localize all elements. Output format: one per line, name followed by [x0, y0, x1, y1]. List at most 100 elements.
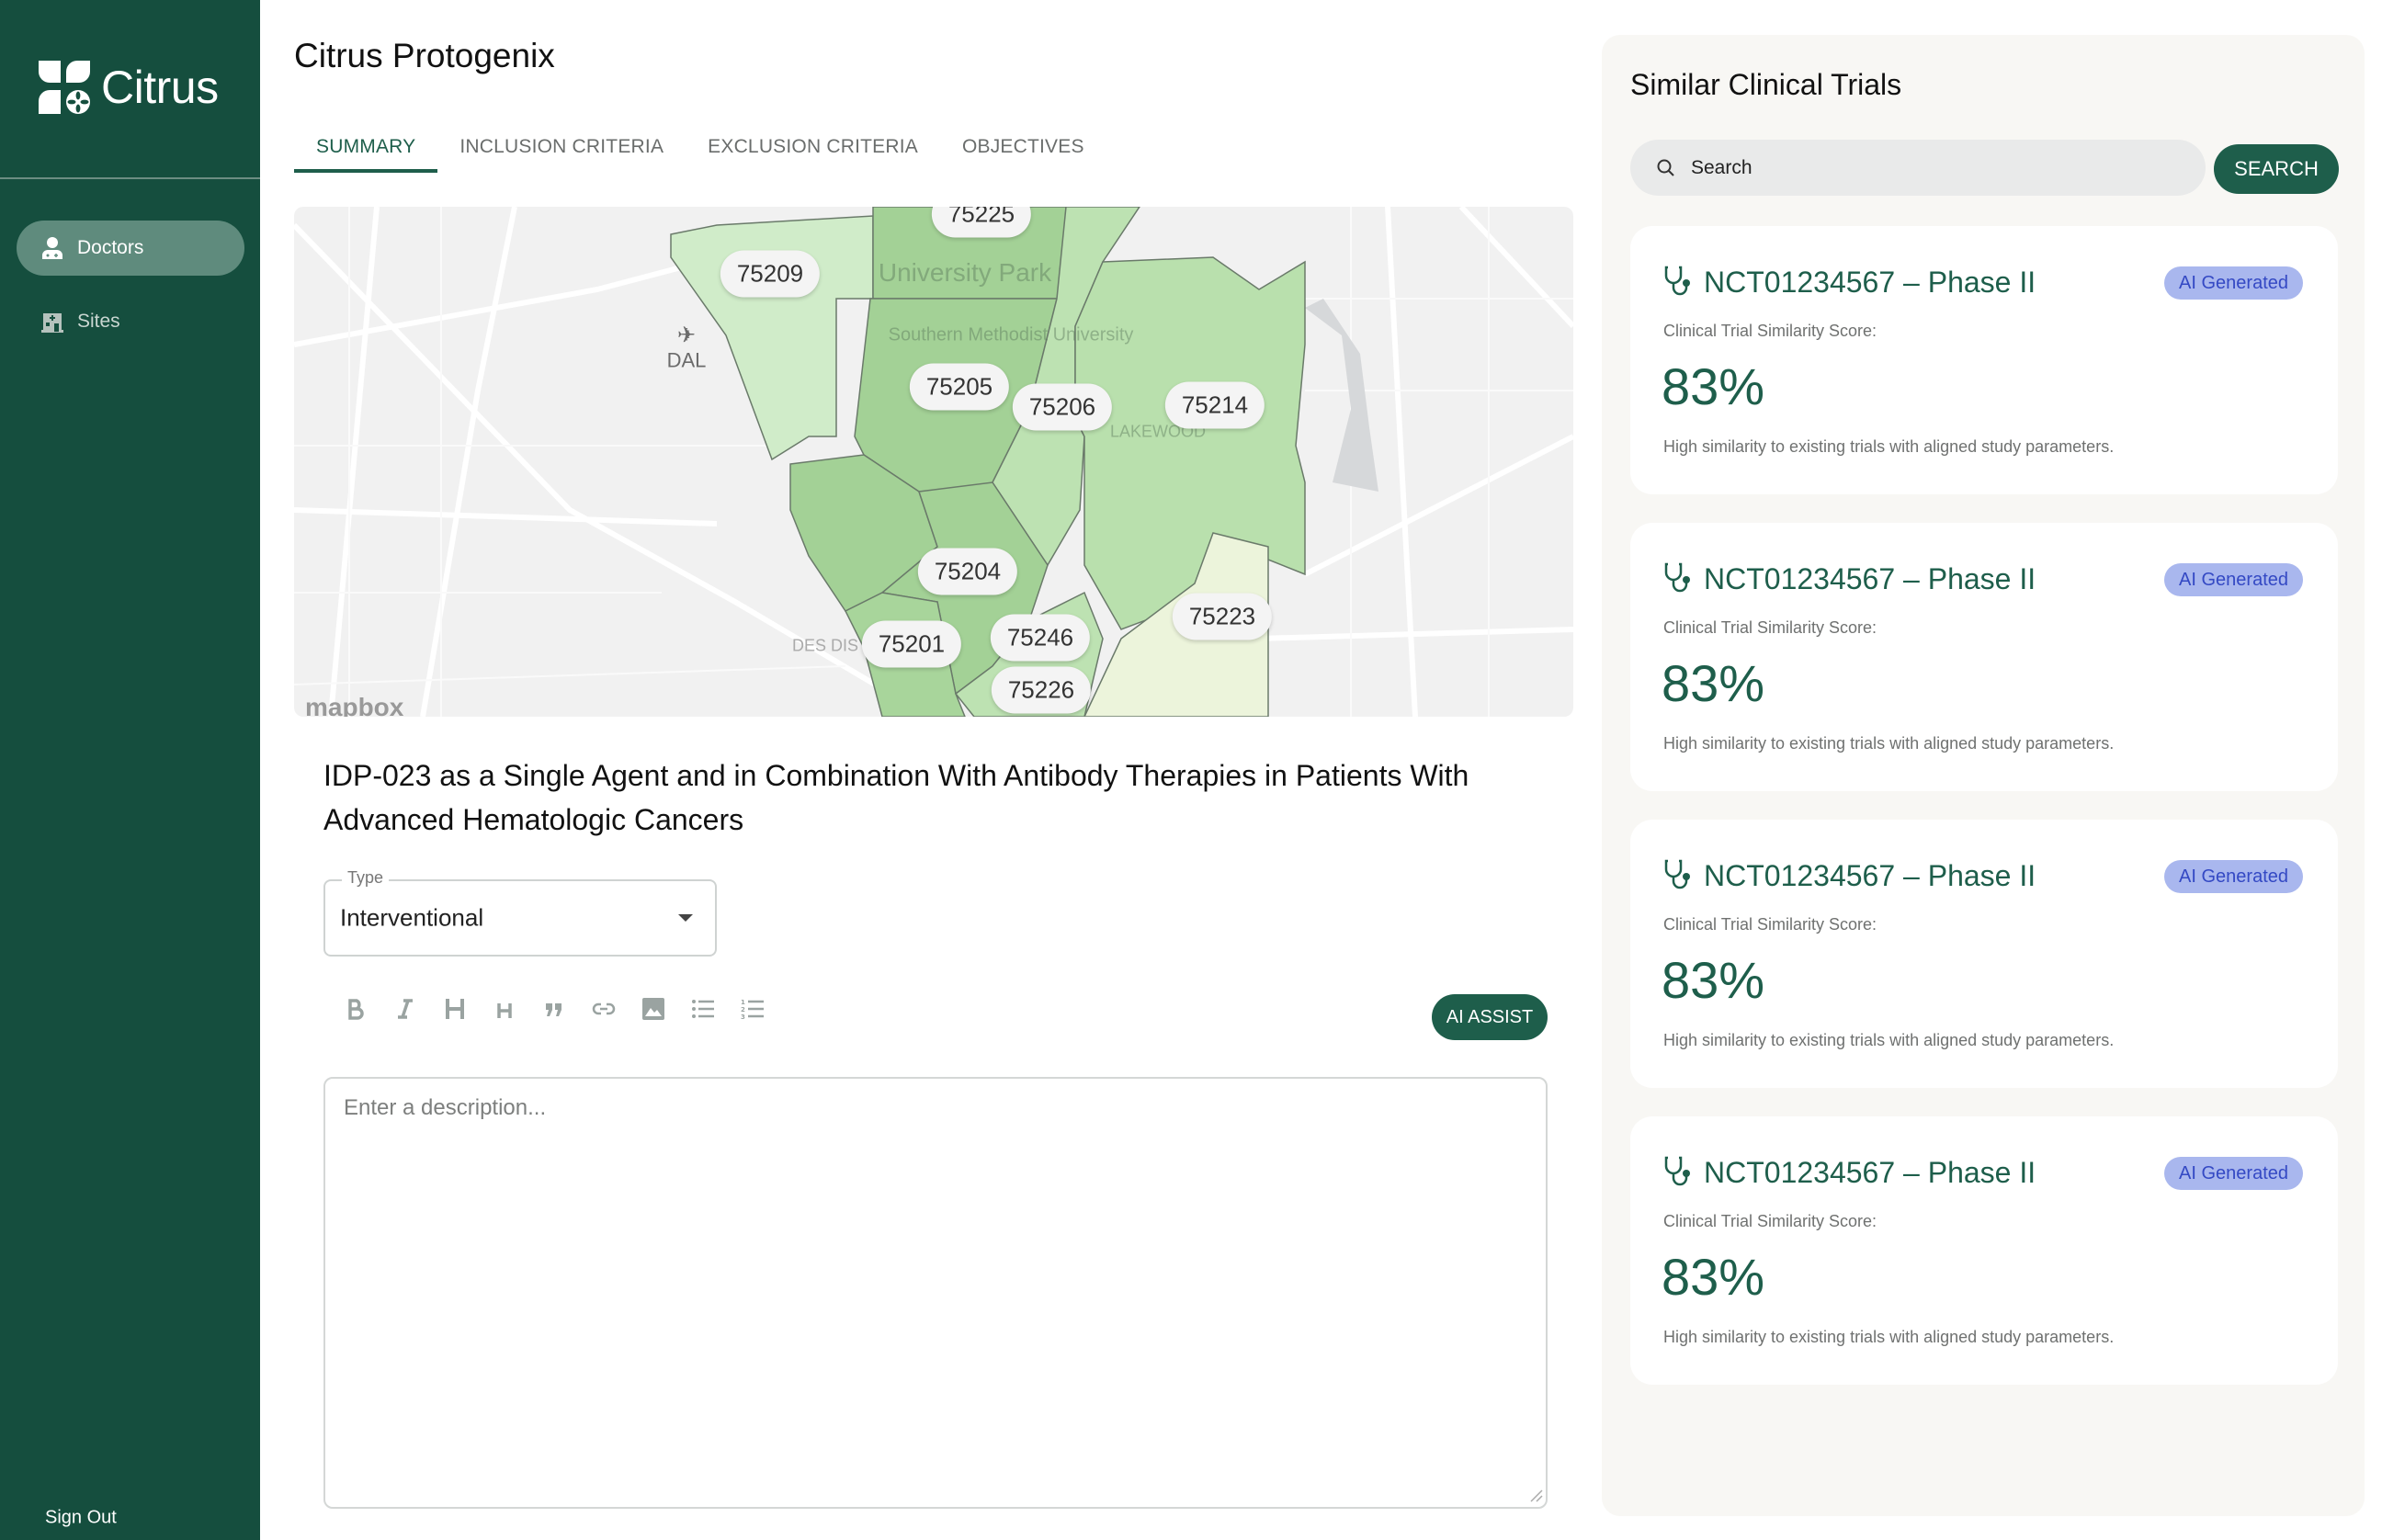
trial-card[interactable]: NCT01234567 – Phase II AI Generated Clin… [1630, 820, 2338, 1088]
hospital-icon [41, 313, 63, 333]
similar-trials-panel: Similar Clinical Trials SEARCH NCT012345… [1602, 35, 2365, 1516]
logo[interactable]: Citrus [37, 59, 219, 116]
description-textarea[interactable] [323, 1077, 1548, 1509]
sidebar-item-doctors[interactable]: Doctors [17, 221, 244, 276]
type-select-label: Type [342, 868, 390, 888]
quote-icon [546, 1003, 561, 1016]
score-label: Clinical Trial Similarity Score: [1663, 1212, 1877, 1230]
stethoscope-icon [1664, 562, 1690, 593]
trial-id[interactable]: NCT01234567 – Phase II [1704, 859, 2036, 893]
similarity-score: 83% [1662, 1248, 1765, 1306]
zip-label-75201[interactable]: 75201 [861, 620, 962, 668]
caret-down-icon [678, 914, 693, 922]
score-label: Clinical Trial Similarity Score: [1663, 322, 1877, 340]
stethoscope-icon [1664, 859, 1690, 889]
trial-id[interactable]: NCT01234567 – Phase II [1704, 1156, 2036, 1190]
zip-label-75225[interactable]: 75225 [931, 207, 1032, 238]
mapbox-attribution[interactable]: mapbox [305, 693, 403, 717]
image-button[interactable] [629, 992, 678, 1025]
bullet-list-button[interactable] [678, 992, 728, 1025]
heading-large-button[interactable] [430, 992, 480, 1025]
page-title: Citrus Protogenix [294, 37, 555, 74]
score-label: Clinical Trial Similarity Score: [1663, 618, 1877, 637]
trial-card-header: NCT01234567 – Phase II [1663, 858, 2036, 893]
zip-label-75226[interactable]: 75226 [991, 666, 1092, 714]
stethoscope-icon [1664, 266, 1690, 296]
zip-label-75246[interactable]: 75246 [990, 614, 1091, 662]
citrus-logo-icon [39, 61, 90, 114]
zip-label-75214[interactable]: 75214 [1164, 381, 1265, 429]
trial-id[interactable]: NCT01234567 – Phase II [1704, 562, 2036, 596]
trial-id[interactable]: NCT01234567 – Phase II [1704, 266, 2036, 300]
score-description: High similarity to existing trials with … [1663, 1031, 2115, 1049]
zip-label-75206[interactable]: 75206 [1012, 383, 1113, 431]
map-lake [1305, 299, 1378, 492]
zip-label-75223[interactable]: 75223 [1172, 593, 1273, 640]
trial-card-header: NCT01234567 – Phase II [1663, 561, 2036, 596]
bullet-list-icon [692, 1000, 714, 1018]
trial-title: IDP-023 as a Single Agent and in Combina… [323, 759, 1469, 836]
trial-card[interactable]: NCT01234567 – Phase II AI Generated Clin… [1630, 226, 2338, 494]
ai-generated-badge: AI Generated [2164, 563, 2303, 596]
stethoscope-icon [1664, 1156, 1690, 1186]
tab-objectives[interactable]: OBJECTIVES [940, 121, 1106, 173]
zip-code-map[interactable]: University Park Southern Methodist Unive… [294, 207, 1573, 717]
bold-button[interactable] [331, 992, 380, 1025]
link-icon [592, 1002, 616, 1015]
tab-exclusion-criteria[interactable]: EXCLUSION CRITERIA [686, 121, 940, 173]
score-description: High similarity to existing trials with … [1663, 734, 2115, 753]
zip-label-75209[interactable]: 75209 [720, 250, 821, 298]
ai-assist-button[interactable]: AI ASSIST [1432, 994, 1548, 1040]
link-button[interactable] [579, 992, 629, 1025]
zip-area-75214[interactable] [1074, 256, 1306, 630]
quote-button[interactable] [529, 992, 579, 1025]
heading-small-icon [497, 1003, 512, 1018]
zip-label-75204[interactable]: 75204 [917, 548, 1018, 595]
numbered-list-button[interactable]: 123 [728, 992, 777, 1025]
heading-small-button[interactable] [480, 992, 529, 1025]
sidebar-item-label: Sites [77, 311, 120, 332]
tab-summary[interactable]: SUMMARY [294, 121, 438, 173]
search-icon [1657, 159, 1674, 176]
search-button[interactable]: SEARCH [2214, 144, 2339, 194]
svg-text:2: 2 [741, 1006, 745, 1013]
trial-card[interactable]: NCT01234567 – Phase II AI Generated Clin… [1630, 523, 2338, 791]
sidebar: Citrus Doctors Sites Sign Out [0, 0, 260, 1540]
search-box[interactable] [1630, 140, 2206, 196]
numbered-list-icon: 123 [741, 999, 764, 1021]
image-icon [642, 998, 664, 1020]
score-description: High similarity to existing trials with … [1663, 437, 2115, 456]
sidebar-item-label: Doctors [77, 237, 144, 258]
similarity-score: 83% [1662, 357, 1765, 415]
sidebar-divider [0, 177, 260, 179]
ai-generated-badge: AI Generated [2164, 1157, 2303, 1190]
score-label: Clinical Trial Similarity Score: [1663, 915, 1877, 934]
svg-text:1: 1 [741, 999, 745, 1006]
doctor-icon [42, 237, 62, 259]
panel-title: Similar Clinical Trials [1630, 68, 1902, 101]
trial-card[interactable]: NCT01234567 – Phase II AI Generated Clin… [1630, 1116, 2338, 1385]
ai-generated-badge: AI Generated [2164, 860, 2303, 893]
tab-bar: SUMMARY INCLUSION CRITERIA EXCLUSION CRI… [294, 121, 1106, 173]
score-description: High similarity to existing trials with … [1663, 1328, 2115, 1346]
italic-icon [398, 999, 413, 1019]
type-select-value: Interventional [340, 903, 484, 932]
trial-card-header: NCT01234567 – Phase II [1663, 265, 2036, 300]
resize-handle-icon[interactable] [1526, 1485, 1544, 1503]
search-input[interactable] [1691, 156, 2169, 179]
tab-inclusion-criteria[interactable]: INCLUSION CRITERIA [437, 121, 686, 173]
brand-name: Citrus [101, 62, 219, 113]
similarity-score: 83% [1662, 951, 1765, 1009]
editor-toolbar: 123 [331, 992, 777, 1025]
similarity-score: 83% [1662, 654, 1765, 712]
sign-out-link[interactable]: Sign Out [45, 1508, 117, 1529]
sidebar-item-sites[interactable]: Sites [17, 294, 244, 349]
type-select[interactable]: Type Interventional [323, 868, 717, 957]
zip-label-75205[interactable]: 75205 [909, 363, 1010, 411]
bold-icon [348, 999, 364, 1020]
trial-card-header: NCT01234567 – Phase II [1663, 1155, 2036, 1190]
ai-generated-badge: AI Generated [2164, 266, 2303, 300]
italic-button[interactable] [380, 992, 430, 1025]
heading-large-icon [446, 999, 464, 1019]
svg-text:3: 3 [741, 1013, 745, 1021]
